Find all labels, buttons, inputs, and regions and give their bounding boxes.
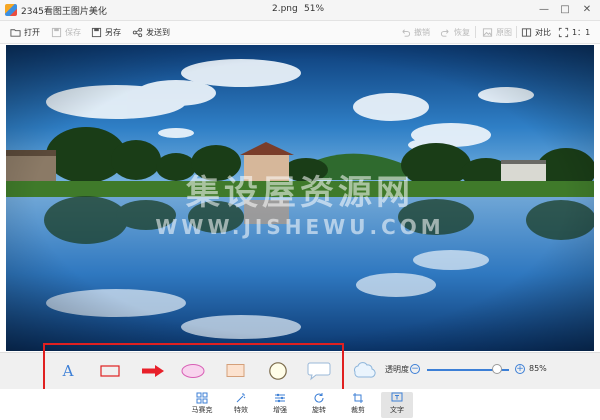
zoom-percent: 51% bbox=[304, 4, 325, 14]
effects-tool[interactable]: 特效 bbox=[225, 392, 257, 418]
folder-icon bbox=[10, 28, 21, 37]
save-as-button[interactable]: 另存 bbox=[91, 24, 121, 40]
save-as-icon bbox=[91, 27, 102, 37]
save-label: 保存 bbox=[65, 27, 81, 37]
text-icon bbox=[391, 392, 403, 402]
actual-size-label: 1：1 bbox=[572, 27, 591, 37]
sliders-icon bbox=[275, 393, 285, 403]
mosaic-label: 马赛克 bbox=[191, 406, 213, 414]
thought-cloud-tool[interactable] bbox=[349, 360, 377, 382]
opacity-label: 透明度 bbox=[385, 365, 409, 374]
original-image-label: 原图 bbox=[496, 27, 512, 37]
compare-icon bbox=[521, 27, 532, 37]
magic-wand-icon bbox=[236, 393, 246, 403]
fit-icon bbox=[558, 27, 569, 37]
redo-button[interactable]: 恢复 bbox=[440, 24, 470, 40]
crop-icon bbox=[353, 393, 363, 403]
toolbar-divider bbox=[475, 26, 476, 38]
send-to-button[interactable]: 发送到 bbox=[132, 24, 170, 40]
maximize-button[interactable]: □ bbox=[556, 2, 574, 18]
open-button[interactable]: 打开 bbox=[10, 24, 40, 40]
compare-label: 对比 bbox=[535, 27, 551, 37]
save-as-label: 另存 bbox=[105, 27, 121, 37]
save-button[interactable]: 保存 bbox=[51, 24, 81, 40]
app-title: 2345看图王图片美化 bbox=[21, 7, 107, 17]
mosaic-tool[interactable]: 马赛克 bbox=[186, 392, 218, 418]
open-label: 打开 bbox=[24, 27, 40, 37]
image-canvas[interactable]: 集设屋资源网 WWW.JISHEWU.COM bbox=[6, 45, 594, 351]
original-image-button[interactable]: 原图 bbox=[482, 24, 512, 40]
undo-label: 撤销 bbox=[414, 27, 430, 37]
redo-icon bbox=[440, 28, 449, 37]
undo-button[interactable]: 撤销 bbox=[400, 24, 430, 40]
rotate-label: 旋转 bbox=[312, 406, 326, 414]
watermark-url: WWW.JISHEWU.COM bbox=[155, 215, 445, 239]
effects-label: 特效 bbox=[234, 406, 248, 414]
app-logo-icon bbox=[5, 4, 17, 16]
toolbar-divider bbox=[516, 26, 517, 38]
main-toolbar: 打开 保存 另存 发送到 撤销 恢复 原图 对比 1：1 bbox=[0, 21, 600, 44]
image-icon bbox=[482, 27, 493, 37]
redo-label: 恢复 bbox=[454, 27, 470, 37]
crop-tool[interactable]: 裁剪 bbox=[342, 392, 374, 418]
actual-size-button[interactable]: 1：1 bbox=[558, 24, 590, 40]
title-bar: 2345看图王图片美化 2.png 51% — □ ✕ bbox=[0, 0, 600, 21]
close-button[interactable]: ✕ bbox=[578, 2, 596, 18]
undo-icon bbox=[402, 28, 411, 37]
opacity-increase-button[interactable]: + bbox=[515, 364, 525, 374]
bottom-toolbar bbox=[0, 389, 600, 420]
enhance-label: 增强 bbox=[273, 406, 287, 414]
share-icon bbox=[132, 27, 143, 37]
enhance-tool[interactable]: 增强 bbox=[264, 392, 296, 418]
save-icon bbox=[51, 27, 62, 37]
send-to-label: 发送到 bbox=[146, 27, 170, 37]
watermark-chinese: 集设屋资源网 bbox=[186, 173, 414, 213]
minimize-button[interactable]: — bbox=[535, 2, 553, 18]
opacity-decrease-button[interactable]: − bbox=[410, 364, 420, 374]
opacity-value: 85% bbox=[529, 364, 547, 373]
file-name: 2.png bbox=[272, 4, 298, 14]
compare-button[interactable]: 对比 bbox=[521, 24, 551, 40]
tool-highlight-box bbox=[43, 343, 344, 393]
opacity-slider-thumb[interactable] bbox=[491, 364, 502, 374]
rotate-tool[interactable]: 旋转 bbox=[303, 392, 335, 418]
text-bottom-tool[interactable]: 文字 bbox=[381, 392, 413, 418]
text-label: 文字 bbox=[390, 406, 404, 414]
mosaic-icon bbox=[196, 392, 208, 404]
thought-cloud-icon bbox=[353, 362, 376, 378]
crop-label: 裁剪 bbox=[351, 406, 365, 414]
rotate-icon bbox=[314, 393, 324, 403]
